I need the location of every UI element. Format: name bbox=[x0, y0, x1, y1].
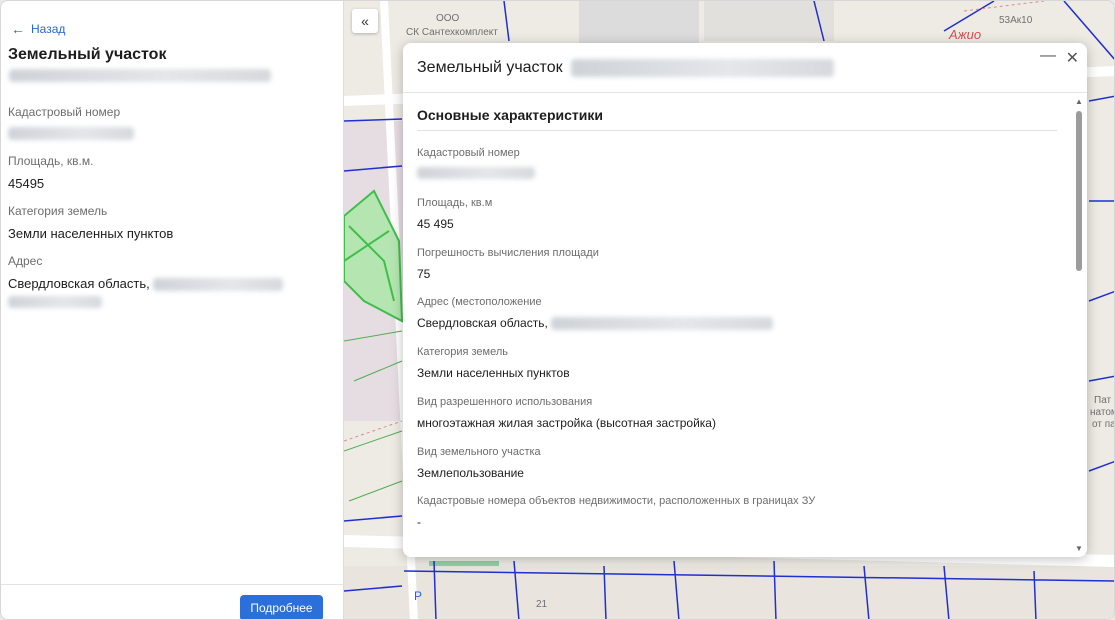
map-label-right2: натом bbox=[1090, 407, 1114, 418]
panel-footer: Подробнее bbox=[1, 584, 344, 619]
modal-field-area-error: Погрешность вычисления площади 75 bbox=[417, 247, 599, 281]
redacted-value bbox=[8, 127, 134, 140]
arrow-left-icon: ← bbox=[11, 21, 25, 37]
field-label: Вид разрешенного использования bbox=[417, 396, 593, 408]
field-label: Кадастровый номер bbox=[8, 105, 121, 119]
field-value: Земли населенных пунктов bbox=[417, 366, 570, 380]
address-text: Свердловская область, bbox=[8, 276, 150, 291]
close-icon[interactable]: ✕ bbox=[1066, 48, 1079, 68]
field-label: Категория земель bbox=[417, 346, 508, 358]
field-value bbox=[417, 167, 535, 182]
field-value: многоэтажная жилая застройка (высотная з… bbox=[417, 416, 716, 430]
field-value: - bbox=[417, 515, 421, 529]
field-value: 75 bbox=[417, 267, 431, 281]
field-label: Вид земельного участка bbox=[417, 446, 541, 458]
modal-field-address: Адрес (местоположение Свердловская облас… bbox=[417, 296, 774, 331]
app-frame: ООО СК Сантехкомплект Ажио 53Ак10 Пат на… bbox=[0, 0, 1115, 620]
modal-title: Земельный участок bbox=[417, 59, 563, 76]
redacted-subtitle bbox=[9, 69, 271, 82]
map-label-brand: Ажио bbox=[949, 27, 982, 42]
modal-divider bbox=[403, 92, 1087, 93]
map-label-right3: от па bbox=[1092, 419, 1115, 430]
scroll-up-icon[interactable]: ▲ bbox=[1075, 97, 1083, 106]
modal-field-land-category: Категория земель Земли населенных пункто… bbox=[417, 346, 570, 380]
section-divider bbox=[417, 130, 1057, 131]
details-button[interactable]: Подробнее bbox=[240, 595, 323, 619]
left-panel: ← Назад Земельный участок Кадастровый но… bbox=[1, 1, 344, 619]
details-modal: Земельный участок — ✕ Основные характери… bbox=[403, 43, 1087, 557]
field-value bbox=[8, 127, 134, 143]
redacted-value bbox=[417, 167, 535, 179]
collapse-panel-button[interactable]: « bbox=[352, 9, 378, 33]
field-label: Адрес (местоположение bbox=[417, 296, 542, 308]
redacted-title bbox=[571, 59, 834, 77]
section-title: Основные характеристики bbox=[417, 107, 603, 123]
field-label: Кадастровый номер bbox=[417, 147, 520, 159]
map-label-santeh: СК Сантехкомплект bbox=[406, 27, 498, 38]
field-label: Категория земель bbox=[8, 204, 108, 218]
field-label: Площадь, кв.м bbox=[417, 197, 493, 209]
modal-field-objects: Кадастровые номера объектов недвижимости… bbox=[417, 495, 815, 529]
modal-field-parcel-type: Вид земельного участка Землепользование bbox=[417, 446, 541, 480]
modal-scrollbar[interactable]: ▲ ▼ bbox=[1073, 95, 1085, 553]
scroll-thumb[interactable] bbox=[1076, 111, 1082, 271]
modal-field-area: Площадь, кв.м 45 495 bbox=[417, 197, 492, 231]
field-label: Адрес bbox=[8, 254, 43, 268]
field-value: Землепользование bbox=[417, 466, 524, 480]
map-label-number: 53Ак10 bbox=[999, 15, 1033, 26]
field-label: Погрешность вычисления площади bbox=[417, 247, 599, 259]
redacted-value bbox=[153, 278, 284, 292]
minimize-icon[interactable]: — bbox=[1040, 47, 1056, 65]
scroll-down-icon[interactable]: ▼ bbox=[1075, 544, 1083, 553]
map-label-right1: Пат bbox=[1094, 395, 1112, 406]
field-value: 45 495 bbox=[417, 217, 454, 231]
back-label: Назад bbox=[31, 22, 66, 36]
address-text: Свердловская область, bbox=[417, 316, 548, 330]
back-button[interactable]: ← Назад bbox=[11, 21, 65, 37]
field-label: Площадь, кв.м. bbox=[8, 154, 94, 168]
field-value: Свердловская область, bbox=[417, 316, 774, 331]
field-value: 45495 bbox=[8, 176, 45, 191]
field-area: Площадь, кв.м. 45495 bbox=[8, 154, 93, 191]
map-label-parking: P bbox=[414, 589, 423, 603]
field-label: Кадастровые номера объектов недвижимости… bbox=[417, 495, 816, 507]
field-land-category: Категория земель Земли населенных пункто… bbox=[8, 204, 173, 241]
modal-field-permitted-use: Вид разрешенного использования многоэтаж… bbox=[417, 396, 716, 430]
field-cadastral: Кадастровый номер bbox=[8, 105, 134, 143]
panel-title: Земельный участок bbox=[8, 46, 167, 63]
redacted-value bbox=[8, 296, 102, 309]
map-label-ooo: ООО bbox=[436, 13, 460, 24]
map-label-num21: 21 bbox=[536, 599, 548, 610]
redacted-value bbox=[551, 317, 774, 331]
field-value: Земли населенных пунктов bbox=[8, 226, 174, 241]
field-value: Свердловская область, bbox=[8, 276, 284, 292]
field-address: Адрес Свердловская область, bbox=[8, 254, 284, 313]
modal-field-cadastral: Кадастровый номер bbox=[417, 147, 535, 182]
